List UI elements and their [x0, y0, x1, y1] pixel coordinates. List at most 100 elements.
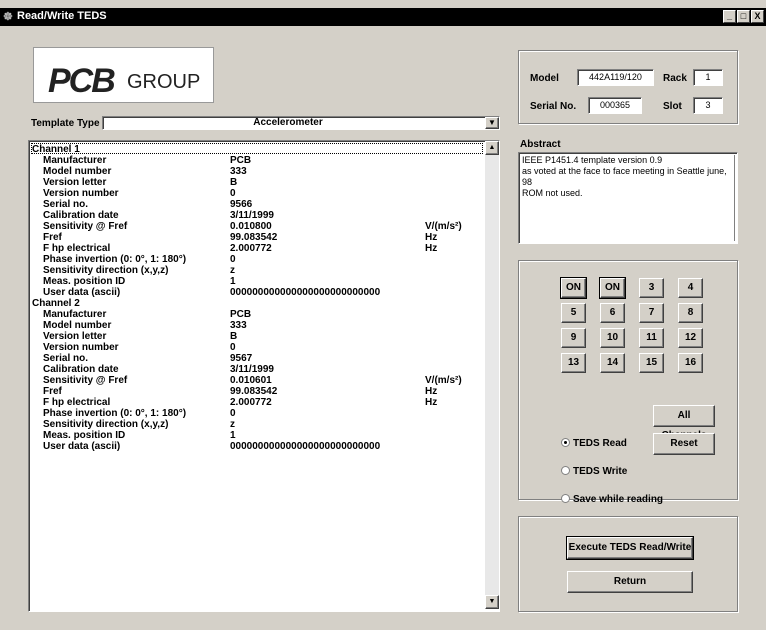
field-name: Meas. position ID: [43, 276, 126, 287]
field-name: Version letter: [43, 177, 107, 188]
logo-mark: PCB: [48, 62, 116, 100]
vertical-scrollbar[interactable]: ▲ ▼: [485, 141, 499, 609]
reset-button[interactable]: Reset: [653, 433, 715, 455]
teds-field-row[interactable]: Meas. position ID 1: [29, 276, 485, 287]
field-name: F hp electrical: [43, 397, 111, 408]
teds-field-row[interactable]: Phase invertion (0: 0°, 1: 180°) 0: [29, 254, 485, 265]
teds-window: ☸ Read/Write TEDS _ □ X PCB GROUP Templa…: [0, 0, 766, 630]
field-name: Manufacturer: [43, 155, 107, 166]
teds-field-row[interactable]: Version letter B: [29, 331, 485, 342]
channel-button-12[interactable]: 12: [678, 328, 703, 348]
teds-field-row[interactable]: Serial no. 9567: [29, 353, 485, 364]
field-value: 9567: [230, 353, 253, 364]
teds-field-row[interactable]: User data (ascii) 00000000000000000000000…: [29, 287, 485, 298]
minimize-button[interactable]: _: [723, 10, 736, 23]
teds-write-radio[interactable]: TEDS Write: [561, 466, 627, 478]
teds-field-row[interactable]: F hp electrical 2.000772 Hz: [29, 243, 485, 254]
teds-field-row[interactable]: Sensitivity @ Fref 0.010601 V/(m/s²): [29, 375, 485, 386]
field-value: 0: [230, 408, 236, 419]
teds-field-row[interactable]: Version letter B: [29, 177, 485, 188]
teds-read-radio[interactable]: TEDS Read: [561, 438, 627, 450]
save-while-reading-radio[interactable]: Save while reading: [561, 494, 663, 506]
teds-field-row[interactable]: Manufacturer PCB: [29, 309, 485, 320]
field-name: Sensitivity direction (x,y,z): [43, 265, 169, 276]
channel-button-10[interactable]: 10: [600, 328, 625, 348]
channel-button-16[interactable]: 16: [678, 353, 703, 373]
channel-button-7[interactable]: 7: [639, 303, 664, 323]
slot-field[interactable]: 3: [693, 97, 723, 114]
channel-button-1[interactable]: ON: [560, 277, 587, 299]
field-value: z: [230, 419, 235, 430]
teds-field-row[interactable]: Serial no. 9566: [29, 199, 485, 210]
teds-field-row[interactable]: F hp electrical 2.000772 Hz: [29, 397, 485, 408]
teds-field-row[interactable]: Fref 99.083542 Hz: [29, 232, 485, 243]
channel-button-13[interactable]: 13: [561, 353, 586, 373]
field-name: Fref: [43, 386, 62, 397]
field-name: Version number: [43, 342, 119, 353]
channel-heading: Channel 2: [32, 298, 80, 309]
teds-field-row[interactable]: Sensitivity @ Fref 0.010800 V/(m/s²): [29, 221, 485, 232]
all-channels-button[interactable]: All Channels: [653, 405, 715, 441]
close-button[interactable]: X: [751, 10, 764, 23]
execute-teds-button[interactable]: Execute TEDS Read/Write: [566, 536, 694, 560]
channel-button-8[interactable]: 8: [678, 303, 703, 323]
scroll-down-icon[interactable]: ▼: [485, 595, 499, 609]
channel-button-11[interactable]: 11: [639, 328, 664, 348]
field-name: Version letter: [43, 331, 107, 342]
field-value: 333: [230, 320, 247, 331]
field-unit: Hz: [425, 243, 438, 254]
serial-label: Serial No.: [530, 101, 577, 112]
field-name: Phase invertion (0: 0°, 1: 180°): [43, 254, 187, 265]
channel-button-15[interactable]: 15: [639, 353, 664, 373]
field-value: PCB: [230, 155, 252, 166]
field-name: Calibration date: [43, 364, 119, 375]
field-value: 99.083542: [230, 232, 278, 243]
rack-label: Rack: [663, 73, 687, 84]
channel-button-5[interactable]: 5: [561, 303, 586, 323]
field-value: 0: [230, 342, 236, 353]
maximize-button[interactable]: □: [737, 10, 750, 23]
field-unit: Hz: [425, 397, 438, 408]
teds-field-row[interactable]: Calibration date 3/11/1999: [29, 210, 485, 221]
teds-field-row[interactable]: Manufacturer PCB: [29, 155, 485, 166]
teds-field-row[interactable]: Sensitivity direction (x,y,z) z: [29, 419, 485, 430]
channel-button-3[interactable]: 3: [639, 278, 664, 298]
field-name: User data (ascii): [43, 287, 121, 298]
teds-field-row[interactable]: Phase invertion (0: 0°, 1: 180°) 0: [29, 408, 485, 419]
template-type-select[interactable]: Accelerometer ▼: [102, 116, 500, 130]
model-field[interactable]: 442A119/120: [577, 69, 654, 86]
scroll-up-icon[interactable]: ▲: [485, 141, 499, 155]
teds-field-row[interactable]: Meas. position ID 1: [29, 430, 485, 441]
teds-data-list[interactable]: ▲ ▼ Channel 1 Manufacturer PCB Model number…: [28, 140, 500, 612]
field-value: 0.010601: [230, 375, 272, 386]
channel-button-14[interactable]: 14: [600, 353, 625, 373]
abstract-textbox[interactable]: IEEE P1451.4 template version 0.9 as vot…: [518, 152, 738, 244]
field-value: 2.000772: [230, 397, 272, 408]
channel-button-9[interactable]: 9: [561, 328, 586, 348]
teds-field-row[interactable]: User data (ascii) 00000000000000000000000…: [29, 441, 485, 452]
field-unit: Hz: [425, 386, 438, 397]
teds-field-row[interactable]: Fref 99.083542 Hz: [29, 386, 485, 397]
teds-field-row[interactable]: Version number 0: [29, 342, 485, 353]
field-name: Serial no.: [43, 199, 89, 210]
teds-field-row[interactable]: Version number 0: [29, 188, 485, 199]
field-value: 3/11/1999: [230, 364, 274, 375]
chevron-down-icon[interactable]: ▼: [485, 117, 499, 129]
template-type-value: Accelerometer: [253, 117, 323, 128]
focus-rect: [31, 143, 483, 154]
field-value: 0.010800: [230, 221, 272, 232]
teds-field-row[interactable]: Model number 333: [29, 166, 485, 177]
teds-field-row[interactable]: Model number 333: [29, 320, 485, 331]
field-value: B: [230, 177, 238, 188]
teds-field-row[interactable]: Calibration date 3/11/1999: [29, 364, 485, 375]
channel-button-6[interactable]: 6: [600, 303, 625, 323]
rack-field[interactable]: 1: [693, 69, 723, 86]
return-button[interactable]: Return: [567, 571, 693, 593]
teds-field-row[interactable]: Sensitivity direction (x,y,z) z: [29, 265, 485, 276]
field-name: Sensitivity @ Fref: [43, 221, 128, 232]
channel-button-2[interactable]: ON: [599, 277, 626, 299]
channel-button-4[interactable]: 4: [678, 278, 703, 298]
serial-field[interactable]: 000365: [588, 97, 642, 114]
abstract-scrollbar[interactable]: [729, 155, 735, 241]
field-value: PCB: [230, 309, 252, 320]
